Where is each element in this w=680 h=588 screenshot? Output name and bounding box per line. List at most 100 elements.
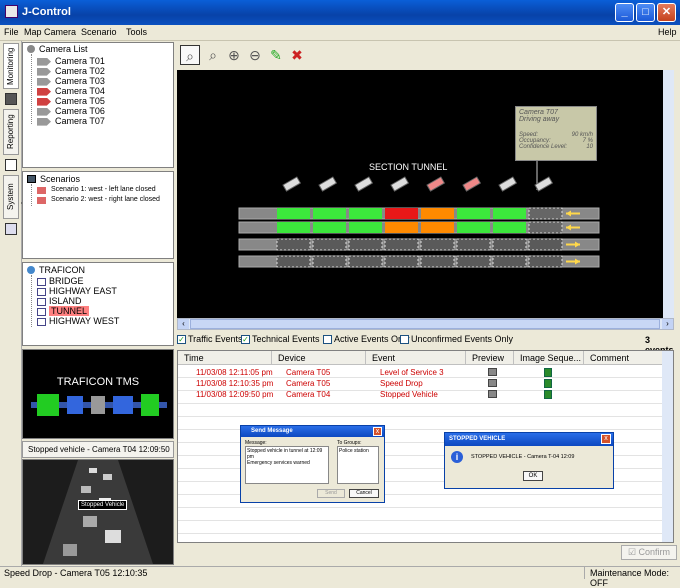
site-item-island[interactable]: ISLAND	[37, 296, 82, 306]
checkbox-unchecked[interactable]	[323, 335, 332, 345]
filter-unconfirmed-only[interactable]: Unconfirmed Events Only	[400, 334, 513, 345]
camera-list-item[interactable]: Camera T03	[37, 76, 105, 86]
edit-icon[interactable]: ✎	[266, 45, 286, 65]
camera-list-item[interactable]: Camera T06	[37, 106, 105, 116]
camera-list-item[interactable]: Camera T01	[37, 56, 105, 66]
table-grid-row	[178, 404, 670, 417]
camera-list-item[interactable]: Camera T07	[37, 116, 105, 126]
message-textarea[interactable]: Stopped vehicle in tunnel at 12:09 pm Em…	[245, 446, 329, 484]
scenario-item[interactable]: Scenario 1: west - left lane closed	[37, 186, 156, 194]
cell-event[interactable]: Speed Drop	[380, 379, 423, 388]
zoom-select-icon[interactable]: ⌕	[180, 45, 200, 65]
site-item-highway-west[interactable]: HIGHWAY WEST	[37, 316, 119, 326]
lane-segment	[457, 222, 490, 233]
scenario-label: Scenario 2: west - right lane closed	[51, 196, 160, 203]
side-tab-strip: Monitoring Reporting System Log	[0, 41, 29, 566]
cancel-button[interactable]: Cancel	[349, 489, 379, 498]
zoom-in-icon[interactable]: ⊕	[224, 45, 244, 65]
camera-icon	[498, 176, 518, 192]
checkbox-checked[interactable]: ✓	[241, 335, 250, 345]
column-comment[interactable]: Comment	[584, 351, 670, 365]
lane-segment	[348, 238, 383, 251]
tab-system-log[interactable]: System Log	[3, 175, 29, 219]
column-image-sequence[interactable]: Image Seque...	[514, 351, 584, 365]
menu-file[interactable]: File	[4, 27, 19, 37]
site-item-highway-east[interactable]: HIGHWAY EAST	[37, 286, 117, 296]
image-sequence-icon[interactable]	[544, 379, 552, 388]
scenarios-root[interactable]: Scenarios	[27, 174, 80, 184]
close-button[interactable]: ✕	[657, 3, 676, 22]
stopped-vehicle-dialog: STOPPED VEHICLE x i STOPPED VEHICLE - Ca…	[444, 432, 614, 489]
cell-time[interactable]: 11/03/08 12:09:50 pm	[196, 390, 273, 399]
scenario-item[interactable]: Scenario 2: west - right lane closed	[37, 196, 160, 204]
filter-technical-events[interactable]: ✓ Technical Events	[241, 334, 320, 345]
site-label: BRIDGE	[49, 276, 84, 286]
log-icon	[5, 223, 17, 235]
preview-icon[interactable]	[488, 379, 497, 387]
map-icon	[37, 307, 46, 316]
camera-list-item[interactable]: Camera T04	[37, 86, 105, 96]
camera-list-root[interactable]: Camera List	[27, 44, 88, 54]
tab-reporting[interactable]: Reporting	[3, 109, 19, 155]
alert-close-button[interactable]: x	[601, 434, 611, 444]
zoom-area-icon[interactable]: ⌕	[203, 45, 223, 65]
ok-button[interactable]: OK	[523, 471, 543, 481]
menu-help[interactable]: Help	[658, 27, 677, 37]
scroll-left-arrow[interactable]: ‹	[178, 319, 189, 329]
cell-time[interactable]: 11/03/08 12:11:05 pm	[196, 368, 273, 377]
minimap-panel: TRAFICON TMS	[22, 349, 174, 439]
menu-camera[interactable]: Camera	[44, 27, 76, 37]
column-event[interactable]: Event	[366, 351, 466, 365]
map-vertical-scrollbar[interactable]	[663, 70, 674, 318]
tooltip-status: Driving away	[519, 116, 560, 123]
status-bar: Speed Drop - Camera T05 12:10:35 Mainten…	[0, 566, 680, 588]
image-sequence-icon[interactable]	[544, 390, 552, 399]
camera-list-item[interactable]: Camera T05	[37, 96, 105, 106]
column-preview[interactable]: Preview	[466, 351, 514, 365]
delete-icon[interactable]: ✖	[287, 45, 307, 65]
menu-scenario[interactable]: Scenario	[81, 27, 117, 37]
cell-device[interactable]: Camera T04	[286, 390, 330, 399]
scroll-thumb[interactable]	[190, 319, 660, 329]
groups-list[interactable]: Police station	[337, 446, 379, 484]
tab-monitoring[interactable]: Monitoring	[3, 43, 19, 89]
filter-active-only[interactable]: Active Events Only	[323, 334, 410, 345]
menu-map[interactable]: Map	[24, 27, 42, 37]
map-canvas[interactable]: SECTION TUNNEL Camera T07 Driving away S…	[177, 70, 674, 318]
minimize-button[interactable]: _	[615, 3, 634, 22]
camera-label: Camera T04	[55, 86, 105, 96]
maximize-button[interactable]: □	[636, 3, 655, 22]
tooltip-camera: Camera T07	[519, 109, 558, 116]
confirm-button[interactable]: ☑ Confirm	[621, 545, 677, 560]
checkbox-checked[interactable]: ✓	[177, 335, 186, 345]
camera-list-item[interactable]: Camera T02	[37, 66, 105, 76]
site-item-tunnel[interactable]: TUNNEL	[37, 306, 90, 316]
filter-traffic-events[interactable]: ✓ Traffic Events	[177, 334, 243, 345]
cell-event[interactable]: Stopped Vehicle	[380, 390, 438, 399]
column-device[interactable]: Device	[272, 351, 366, 365]
camera-icon	[354, 176, 374, 192]
scenarios-panel: Scenarios Scenario 1: west - left lane c…	[22, 171, 174, 259]
scroll-right-arrow[interactable]: ›	[662, 319, 673, 329]
camera-icon	[37, 87, 51, 96]
column-time[interactable]: Time	[178, 351, 272, 365]
lane-segment	[420, 255, 455, 268]
site-item-bridge[interactable]: BRIDGE	[37, 276, 84, 286]
table-vertical-scrollbar[interactable]	[662, 351, 673, 542]
video-feed[interactable]: Stopped Vehicle	[22, 459, 174, 565]
send-button[interactable]: Send	[317, 489, 345, 498]
group-item[interactable]: Police station	[339, 448, 369, 454]
menu-tools[interactable]: Tools	[126, 27, 147, 37]
zoom-out-icon[interactable]: ⊖	[245, 45, 265, 65]
dialog-close-button[interactable]: x	[373, 427, 382, 436]
image-sequence-icon[interactable]	[544, 368, 552, 377]
preview-icon[interactable]	[488, 390, 497, 398]
cell-time[interactable]: 11/03/08 12:10:35 pm	[196, 379, 273, 388]
map-horizontal-scrollbar[interactable]: ‹ ›	[177, 318, 674, 330]
traficon-root[interactable]: TRAFICON	[27, 265, 85, 275]
preview-icon[interactable]	[488, 368, 497, 376]
cell-device[interactable]: Camera T05	[286, 368, 330, 377]
cell-event[interactable]: Level of Service 3	[380, 368, 444, 377]
cell-device[interactable]: Camera T05	[286, 379, 330, 388]
checkbox-unchecked[interactable]	[400, 335, 409, 345]
